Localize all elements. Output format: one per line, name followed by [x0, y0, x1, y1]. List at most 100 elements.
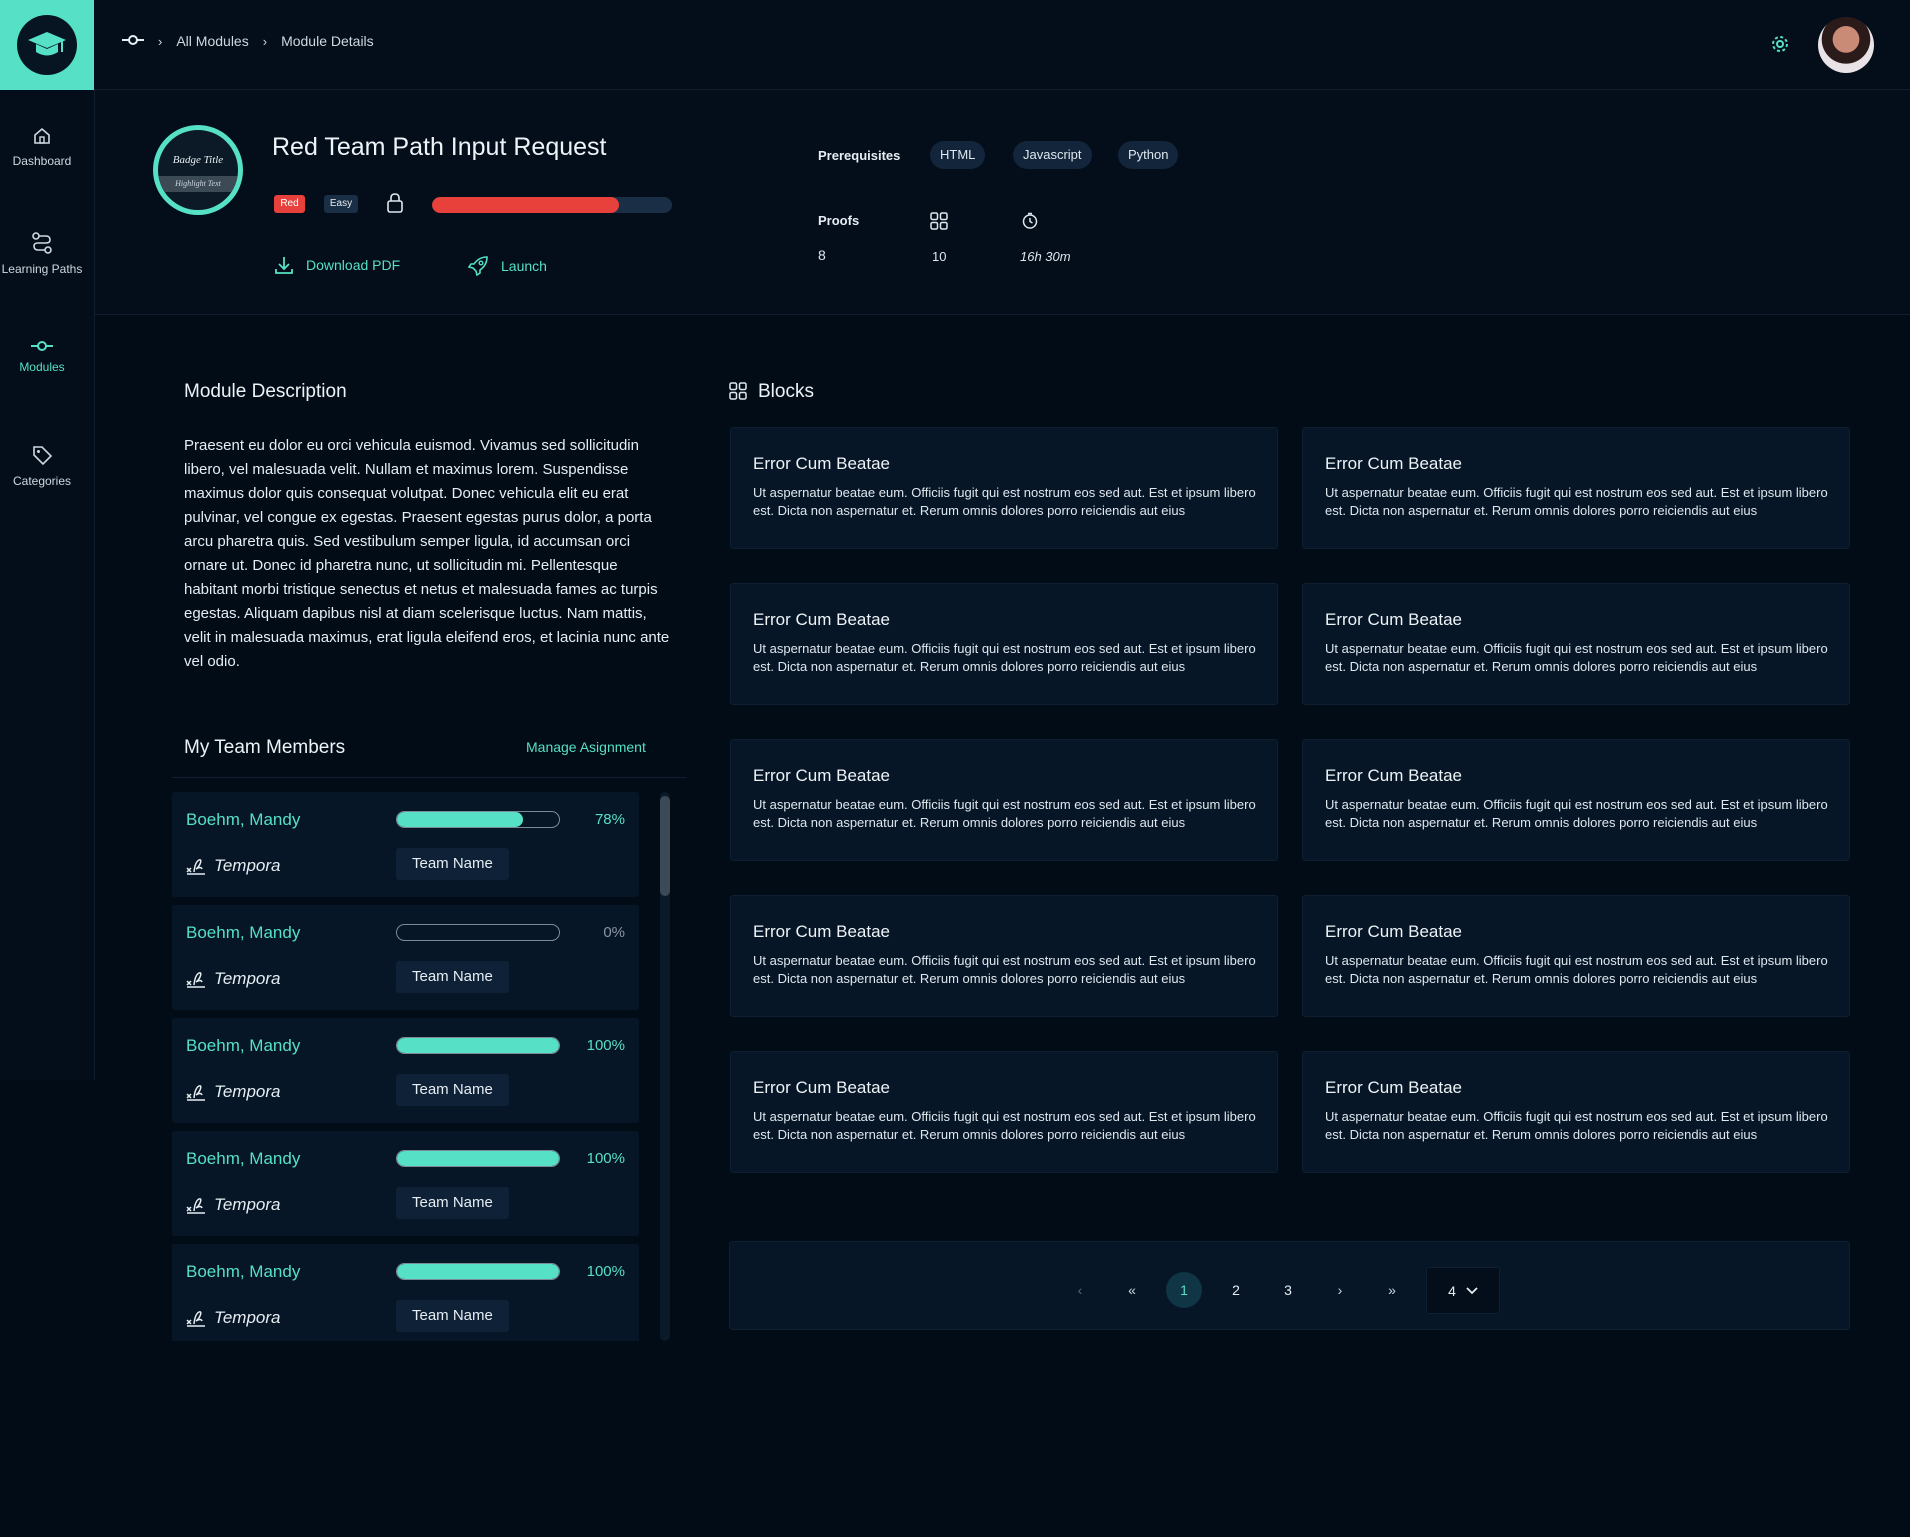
manage-assignment-link[interactable]: Manage Asignment — [526, 739, 646, 755]
member-team-name: Team Name — [396, 848, 509, 880]
download-icon — [275, 257, 293, 274]
block-title: Error Cum Beatae — [753, 1078, 890, 1097]
member-role: Tempora — [186, 1195, 280, 1215]
scrollbar-thumb[interactable] — [660, 796, 670, 896]
page-button-1[interactable]: 1 — [1166, 1272, 1202, 1308]
block-card[interactable]: Error Cum Beatae Ut aspernatur beatae eu… — [730, 427, 1278, 549]
member-progress-bar — [396, 1150, 560, 1167]
badge-highlight: Highlight Text — [158, 176, 238, 192]
member-role: Tempora — [186, 856, 280, 876]
team-member-card[interactable]: Boehm, Mandy 100% Tempora Team Name — [172, 1018, 639, 1123]
path-icon — [32, 232, 52, 254]
color-tag: Red — [274, 195, 305, 213]
block-description: Ut aspernatur beatae eum. Officiis fugit… — [1325, 1109, 1828, 1142]
sidebar-item-label: Dashboard — [12, 154, 72, 168]
pagination: ‹ « 1 2 3 › » 4 — [729, 1241, 1850, 1330]
member-team-name: Team Name — [396, 1187, 509, 1219]
next-page-button[interactable]: › — [1322, 1272, 1358, 1308]
member-team-name: Team Name — [396, 1300, 509, 1332]
description-text: Praesent eu dolor eu orci vehicula euism… — [184, 437, 670, 670]
gear-icon[interactable] — [1770, 34, 1790, 59]
logo[interactable] — [0, 0, 94, 90]
member-progress-bar — [396, 811, 560, 828]
member-team-name: Team Name — [396, 1074, 509, 1106]
block-card[interactable]: Error Cum Beatae Ut aspernatur beatae eu… — [730, 1051, 1278, 1173]
block-card[interactable]: Error Cum Beatae Ut aspernatur beatae eu… — [1302, 739, 1850, 861]
block-description: Ut aspernatur beatae eum. Officiis fugit… — [753, 797, 1256, 830]
block-description: Ut aspernatur beatae eum. Officiis fugit… — [1325, 797, 1828, 830]
team-member-card[interactable]: Boehm, Mandy 0% Tempora Team Name — [172, 905, 639, 1010]
timer-icon — [1021, 212, 1039, 235]
block-title: Error Cum Beatae — [753, 766, 890, 785]
chevron-right-icon: › — [262, 33, 268, 49]
block-description: Ut aspernatur beatae eum. Officiis fugit… — [1325, 641, 1828, 674]
member-progress-bar — [396, 1263, 560, 1280]
page-title: Red Team Path Input Request — [272, 133, 607, 161]
member-name[interactable]: Boehm, Mandy — [186, 923, 300, 943]
launch-label: Launch — [501, 258, 547, 274]
grid-icon — [930, 212, 948, 235]
sidebar-item-categories[interactable]: Categories — [0, 444, 84, 488]
team-title: My Team Members — [184, 737, 346, 758]
module-icon — [122, 33, 144, 49]
member-role-label: Tempora — [214, 856, 281, 875]
sidebar-item-label: Categories — [12, 474, 72, 488]
sidebar-item-dashboard[interactable]: Dashboard — [0, 126, 84, 168]
signature-icon — [186, 1311, 205, 1327]
block-card[interactable]: Error Cum Beatae Ut aspernatur beatae eu… — [730, 583, 1278, 705]
block-description: Ut aspernatur beatae eum. Officiis fugit… — [1325, 953, 1828, 986]
member-role: Tempora — [186, 1308, 280, 1328]
prerequisite-chip-javascript[interactable]: Javascript — [1013, 141, 1092, 169]
block-title: Error Cum Beatae — [753, 454, 890, 473]
prerequisite-chip-python[interactable]: Python — [1118, 141, 1179, 169]
per-page-select[interactable]: 4 — [1426, 1267, 1500, 1314]
block-card[interactable]: Error Cum Beatae Ut aspernatur beatae eu… — [1302, 895, 1850, 1017]
block-card[interactable]: Error Cum Beatae Ut aspernatur beatae eu… — [1302, 427, 1850, 549]
member-progress-percent: 78% — [594, 811, 625, 828]
description-title: Module Description — [184, 381, 347, 402]
breadcrumb-all-modules[interactable]: All Modules — [176, 33, 248, 49]
block-card[interactable]: Error Cum Beatae Ut aspernatur beatae eu… — [1302, 1051, 1850, 1173]
member-role: Tempora — [186, 969, 280, 989]
chevron-right-icon: › — [158, 33, 163, 49]
sidebar-item-modules[interactable]: Modules — [0, 340, 84, 374]
member-name[interactable]: Boehm, Mandy — [186, 1036, 300, 1056]
first-page-button[interactable]: « — [1114, 1272, 1150, 1308]
block-title: Error Cum Beatae — [753, 922, 890, 941]
team-member-card[interactable]: Boehm, Mandy 100% Tempora Team Name — [172, 1131, 639, 1236]
avatar[interactable] — [1818, 17, 1874, 73]
launch-button[interactable]: Launch — [467, 255, 547, 277]
member-name[interactable]: Boehm, Mandy — [186, 1262, 300, 1282]
team-member-card[interactable]: Boehm, Mandy 100% Tempora Team Name — [172, 1244, 639, 1341]
signature-icon — [186, 972, 205, 988]
block-card[interactable]: Error Cum Beatae Ut aspernatur beatae eu… — [730, 739, 1278, 861]
blocks-count: 10 — [932, 249, 947, 264]
divider — [172, 777, 687, 778]
grid-icon — [729, 382, 747, 405]
block-title: Error Cum Beatae — [1325, 766, 1462, 785]
sidebar-item-learning-paths[interactable]: Learning Paths — [0, 232, 84, 276]
member-role: Tempora — [186, 1082, 280, 1102]
block-title: Error Cum Beatae — [1325, 610, 1462, 629]
prev-page-button[interactable]: ‹ — [1062, 1272, 1098, 1308]
block-card[interactable]: Error Cum Beatae Ut aspernatur beatae eu… — [730, 895, 1278, 1017]
last-page-button[interactable]: » — [1374, 1272, 1410, 1308]
member-role-label: Tempora — [214, 1082, 281, 1101]
proofs-value: 8 — [818, 247, 826, 263]
blocks-title: Blocks — [758, 381, 814, 402]
member-name[interactable]: Boehm, Mandy — [186, 1149, 300, 1169]
rocket-icon — [467, 256, 488, 277]
member-progress-percent: 100% — [586, 1037, 625, 1054]
block-title: Error Cum Beatae — [1325, 922, 1462, 941]
prerequisite-chip-html[interactable]: HTML — [930, 141, 986, 169]
block-card[interactable]: Error Cum Beatae Ut aspernatur beatae eu… — [1302, 583, 1850, 705]
block-description: Ut aspernatur beatae eum. Officiis fugit… — [753, 485, 1256, 518]
block-description: Ut aspernatur beatae eum. Officiis fugit… — [753, 953, 1256, 986]
page-button-2[interactable]: 2 — [1218, 1272, 1254, 1308]
download-pdf-button[interactable]: Download PDF — [274, 255, 400, 275]
member-name[interactable]: Boehm, Mandy — [186, 810, 300, 830]
block-title: Error Cum Beatae — [753, 610, 890, 629]
team-member-card[interactable]: Boehm, Mandy 78% Tempora Team Name — [172, 792, 639, 897]
team-list-scrollbar[interactable] — [660, 792, 670, 1341]
page-button-3[interactable]: 3 — [1270, 1272, 1306, 1308]
